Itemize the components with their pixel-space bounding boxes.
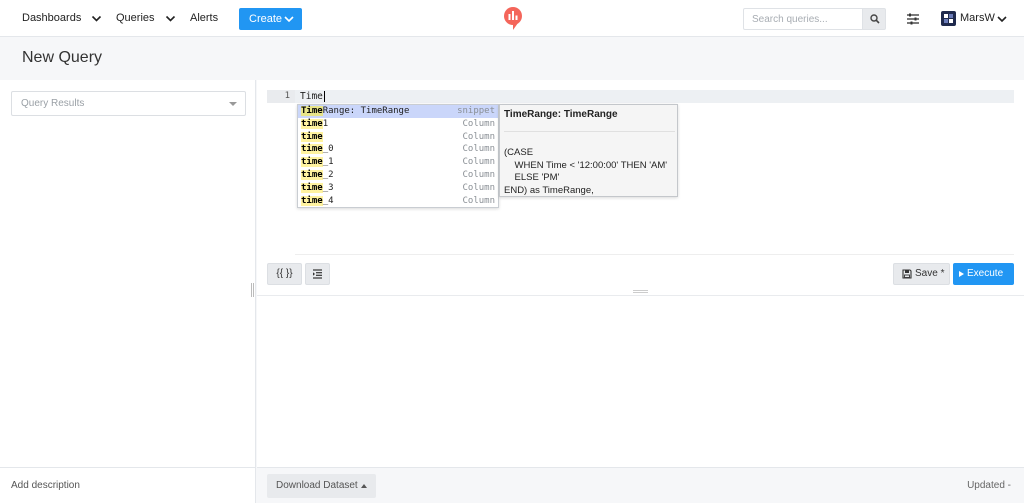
code-line[interactable]: Time xyxy=(300,90,325,103)
avatar-icon[interactable] xyxy=(941,11,956,26)
autocomplete-item-rest: _2 xyxy=(322,170,334,180)
autocomplete-item-rest: _0 xyxy=(322,144,334,155)
autocomplete-item[interactable]: time_4 Column xyxy=(298,195,498,208)
add-parameter-label: {{ }} xyxy=(276,268,293,279)
doc-tooltip-title: TimeRange: TimeRange xyxy=(504,105,675,132)
gutter-active-line: 1 xyxy=(267,90,295,103)
doc-tooltip-body: (CASE WHEN Time < '12:00:00' THEN 'AM' E… xyxy=(504,147,668,196)
settings-sliders-icon[interactable] xyxy=(906,12,920,26)
autocomplete-item[interactable]: time_1 Column xyxy=(298,156,498,169)
create-button-label: Create xyxy=(249,13,283,25)
autocomplete-match-highlight: time xyxy=(301,170,323,180)
save-icon xyxy=(902,269,912,279)
save-button[interactable]: Save * xyxy=(893,263,950,285)
page-title[interactable]: New Query xyxy=(22,49,102,67)
redash-logo-icon[interactable] xyxy=(503,7,523,31)
autocomplete-item-value: time xyxy=(301,131,323,144)
caret-down-icon xyxy=(229,102,237,106)
autocomplete-item[interactable]: time_3 Column xyxy=(298,182,498,195)
autocomplete-item-meta: Column xyxy=(462,170,495,180)
top-navigation: Dashboards Queries Alerts Create MarsW xyxy=(0,0,1024,37)
autocomplete-item[interactable]: time_0 Column xyxy=(298,143,498,156)
autocomplete-item[interactable]: time1 Column xyxy=(298,118,498,131)
editor-gutter: 1 xyxy=(267,90,295,255)
panel-resize-handle[interactable] xyxy=(251,283,254,297)
play-icon xyxy=(959,271,964,277)
execute-button[interactable]: Execute xyxy=(953,263,1014,285)
autocomplete-match-highlight: time xyxy=(301,131,323,142)
autocomplete-item-value: TimeRange: TimeRange xyxy=(301,105,409,118)
chevron-down-icon[interactable] xyxy=(91,13,102,24)
active-line-highlight xyxy=(295,90,1014,103)
download-dataset-button[interactable]: Download Dataset xyxy=(267,474,376,498)
autocomplete-item[interactable]: time_2 Column xyxy=(298,169,498,182)
autocomplete-item-rest: 1 xyxy=(322,118,329,129)
autocomplete-item-rest: _3 xyxy=(322,182,334,193)
add-parameter-button[interactable]: {{ }} xyxy=(267,263,302,285)
autocomplete-item-meta: Column xyxy=(462,195,495,206)
text-cursor xyxy=(323,91,325,102)
caret-up-icon xyxy=(361,484,367,488)
autocomplete-item-rest: _1 xyxy=(322,157,334,168)
search-icon xyxy=(870,14,880,24)
data-source-select[interactable]: Query Results xyxy=(11,91,246,116)
chevron-down-icon xyxy=(284,16,294,23)
autocomplete-item-meta: Column xyxy=(462,118,495,129)
search-input[interactable] xyxy=(743,8,863,30)
data-source-select-value: Query Results xyxy=(21,98,85,109)
autocomplete-match-highlight: time xyxy=(301,144,323,155)
autocomplete-item-rest: _4 xyxy=(322,195,334,206)
autocomplete-item-rest: Range: TimeRange xyxy=(322,106,410,116)
autocomplete-item-meta: Column xyxy=(462,131,495,142)
save-button-label: Save * xyxy=(915,268,945,279)
autocomplete-match-highlight: time xyxy=(301,118,323,129)
autocomplete-item-value: time1 xyxy=(301,118,328,131)
autocomplete-item-meta: Column xyxy=(462,144,495,155)
chevron-down-icon[interactable] xyxy=(165,13,176,24)
download-dataset-label: Download Dataset xyxy=(276,480,358,491)
username[interactable]: MarsW xyxy=(960,0,995,37)
schema-panel: Query Results Add description xyxy=(0,80,256,503)
autocomplete-item-value: time_3 xyxy=(301,182,334,195)
format-icon xyxy=(313,269,322,279)
autocomplete-doc-tooltip: TimeRange: TimeRange (CASE WHEN Time < '… xyxy=(499,104,678,197)
autocomplete-match-highlight: time xyxy=(301,195,323,206)
bottom-bar: Download Dataset Updated - xyxy=(257,467,1024,503)
autocomplete-item[interactable]: TimeRange: TimeRange snippet xyxy=(298,105,498,118)
nav-dashboards[interactable]: Dashboards xyxy=(22,0,81,37)
chevron-down-icon[interactable] xyxy=(997,14,1007,24)
nav-queries[interactable]: Queries xyxy=(116,0,155,37)
autocomplete-match-highlight: time xyxy=(301,182,323,193)
autocomplete-item-value: time_0 xyxy=(301,143,334,156)
autocomplete-popup: TimeRange: TimeRange snippet time1 Column ti… xyxy=(297,104,499,208)
add-description-link[interactable]: Add description xyxy=(0,467,256,503)
format-query-button[interactable] xyxy=(305,263,330,285)
autocomplete-item-value: time_1 xyxy=(301,156,334,169)
autocomplete-match-highlight: Time xyxy=(301,106,323,116)
autocomplete-item-meta: snippet xyxy=(457,106,495,116)
autocomplete-item-value: time_2 xyxy=(301,169,334,182)
autocomplete-match-highlight: time xyxy=(301,157,323,168)
results-divider xyxy=(257,295,1024,296)
updated-status: Updated - xyxy=(967,480,1011,491)
search-button[interactable] xyxy=(862,8,886,30)
create-button[interactable]: Create xyxy=(239,8,302,30)
autocomplete-item-value: time_4 xyxy=(301,195,334,208)
autocomplete-item-meta: Column xyxy=(462,182,495,193)
line-number: 1 xyxy=(284,91,290,101)
autocomplete-item[interactable]: time Column xyxy=(298,131,498,144)
execute-button-label: Execute xyxy=(967,268,1004,279)
nav-alerts[interactable]: Alerts xyxy=(190,0,218,37)
autocomplete-item-meta: Column xyxy=(462,157,495,168)
code-text: Time xyxy=(300,91,323,102)
editor-resize-handle[interactable] xyxy=(633,290,648,293)
